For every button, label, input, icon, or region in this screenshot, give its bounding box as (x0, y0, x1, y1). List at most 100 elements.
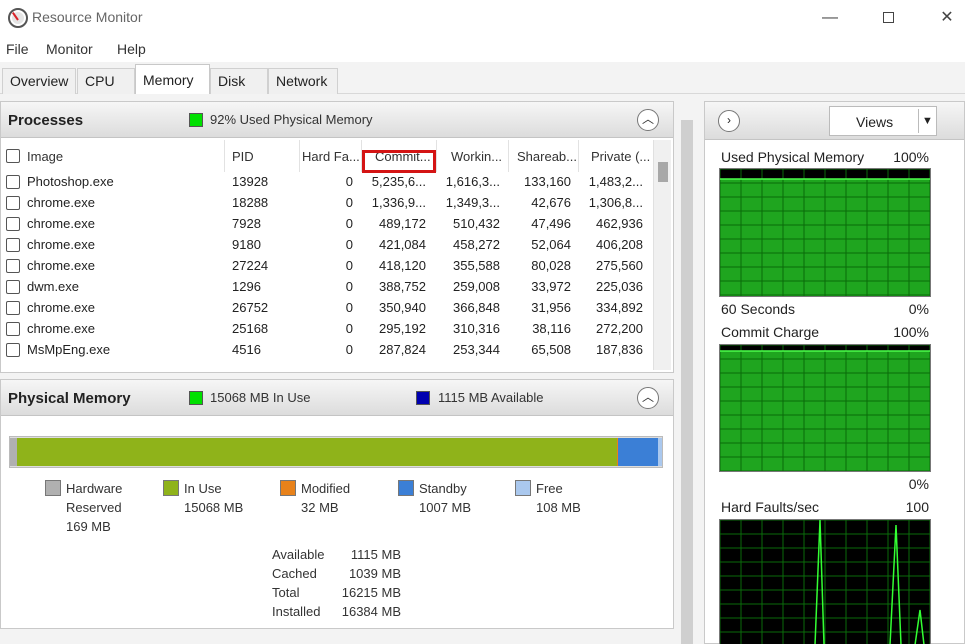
legend-modified-swatch (280, 480, 296, 496)
menu-file[interactable]: File (6, 41, 29, 57)
table-row[interactable]: chrome.exe 7928 0 489,172 510,432 47,496 462,9… (1, 214, 651, 235)
cell-share: 80,028 (531, 258, 571, 273)
table-row[interactable]: chrome.exe 26752 0 350,940 366,848 31,956 334,… (1, 298, 651, 319)
cell-share: 33,972 (531, 279, 571, 294)
tab-disk[interactable]: Disk (210, 68, 268, 94)
cell-commit: 418,120 (379, 258, 426, 273)
memory-usage-bar (9, 436, 663, 468)
row-checkbox[interactable] (6, 301, 20, 315)
cell-working: 310,316 (453, 321, 500, 336)
cell-private: 334,892 (596, 300, 643, 315)
cell-share: 65,508 (531, 342, 571, 357)
legend-standby-label: Standby (419, 481, 467, 496)
cell-share: 38,116 (532, 321, 571, 336)
tab-overview[interactable]: Overview (2, 68, 76, 94)
cell-private: 225,036 (596, 279, 643, 294)
row-checkbox[interactable] (6, 343, 20, 357)
graph-commit-charge-min: 0% (908, 476, 929, 492)
cell-working: 259,008 (453, 279, 500, 294)
cell-private: 272,200 (596, 321, 643, 336)
tab-network[interactable]: Network (268, 68, 338, 94)
graph-panel: › Views ▼ Used Physical Memory 100% 60 S… (704, 101, 965, 644)
row-checkbox[interactable] (6, 196, 20, 210)
menu-help[interactable]: Help (117, 41, 146, 57)
row-checkbox[interactable] (6, 175, 20, 189)
table-row[interactable]: MsMpEng.exe 4516 0 287,824 253,344 65,508 187,… (1, 340, 651, 361)
processes-title: Processes (8, 112, 84, 129)
available-swatch (416, 391, 430, 405)
legend-free-label: Free (536, 481, 563, 496)
title-bar: Resource Monitor — ✕ (0, 0, 965, 36)
stat-cached-label: Cached (272, 566, 317, 581)
chevron-down-icon[interactable]: ▼ (918, 109, 936, 133)
row-checkbox[interactable] (6, 259, 20, 273)
table-row[interactable]: chrome.exe 18288 0 1,336,9... 1,349,3... 42,6… (1, 193, 651, 214)
tab-memory[interactable]: Memory (135, 64, 210, 95)
maximize-button[interactable] (873, 6, 903, 30)
stat-installed-value: 16384 MB (341, 604, 401, 619)
graph-commit-charge-max: 100% (893, 324, 929, 340)
row-checkbox[interactable] (6, 322, 20, 336)
cell-private: 275,560 (596, 258, 643, 273)
cell-pid: 9180 (232, 237, 261, 252)
physical-memory-header[interactable]: Physical Memory 15068 MB In Use 1115 MB … (1, 380, 673, 416)
commit-charge-graph-svg (719, 344, 931, 472)
processes-header[interactable]: Processes 92% Used Physical Memory ︿ (1, 102, 673, 138)
column-private[interactable]: Private (... (591, 140, 651, 172)
cell-hard: 0 (345, 279, 353, 294)
column-working-set[interactable]: Workin... (451, 140, 509, 172)
stat-cached-value: 1039 MB (348, 566, 401, 581)
scrollbar-thumb[interactable] (658, 162, 668, 182)
panel-splitter-scrollbar[interactable] (681, 120, 693, 644)
cell-pid: 25168 (232, 321, 269, 336)
graph-used-memory-min: 0% (908, 301, 929, 317)
tab-bar: Overview CPU Memory Disk Network (0, 62, 965, 95)
process-list-scrollbar[interactable] (653, 140, 671, 370)
row-checkbox[interactable] (6, 238, 20, 252)
hard-faults-graph-svg (719, 519, 931, 644)
cell-pid: 13928 (232, 174, 269, 189)
collapse-physical-memory-button[interactable]: ︿ (637, 387, 659, 409)
column-shareable[interactable]: Shareab... (517, 140, 579, 172)
legend-hardware-value: 169 MB (66, 519, 111, 534)
cell-image: chrome.exe (27, 195, 95, 210)
cell-commit: 489,172 (379, 216, 426, 231)
cell-share: 31,956 (531, 300, 571, 315)
minimize-button[interactable]: — (815, 6, 845, 30)
column-pid[interactable]: PID (232, 140, 300, 172)
row-checkbox[interactable] (6, 280, 20, 294)
used-memory-status: 92% Used Physical Memory (210, 112, 373, 127)
table-row[interactable]: chrome.exe 9180 0 421,084 458,272 52,064 406,2… (1, 235, 651, 256)
menu-monitor[interactable]: Monitor (46, 41, 93, 57)
processes-section: Processes 92% Used Physical Memory ︿ Ima… (0, 101, 674, 373)
cell-pid: 27224 (232, 258, 269, 273)
legend-hardware-swatch (45, 480, 61, 496)
row-checkbox[interactable] (6, 217, 20, 231)
table-row[interactable]: Photoshop.exe 13928 0 5,235,6... 1,616,3... 1… (1, 172, 651, 193)
cell-commit: 388,752 (379, 279, 426, 294)
close-button[interactable]: ✕ (932, 6, 962, 30)
collapse-processes-button[interactable]: ︿ (637, 109, 659, 131)
expand-panel-button[interactable]: › (718, 110, 740, 132)
cell-image: chrome.exe (27, 258, 95, 273)
in-use-summary: 15068 MB In Use (210, 390, 311, 405)
available-summary: 1115 MB Available (438, 390, 544, 405)
used-memory-swatch (189, 113, 203, 127)
table-row[interactable]: chrome.exe 25168 0 295,192 310,316 38,116 272,… (1, 319, 651, 340)
select-all-checkbox[interactable] (6, 149, 20, 163)
tab-cpu[interactable]: CPU (77, 68, 135, 94)
cell-working: 355,588 (453, 258, 500, 273)
legend-modified-label: Modified (301, 481, 351, 496)
table-row[interactable]: chrome.exe 27224 0 418,120 355,588 80,028 275,… (1, 256, 651, 277)
graph-commit-charge (719, 344, 931, 472)
column-hard-faults[interactable]: Hard Fa... (302, 140, 362, 172)
legend-free-value: 108 MB (536, 500, 581, 515)
cell-hard: 0 (345, 321, 353, 336)
cell-private: 462,936 (596, 216, 643, 231)
views-dropdown[interactable]: Views ▼ (829, 106, 937, 136)
column-image[interactable]: Image (27, 140, 225, 172)
table-row[interactable]: dwm.exe 1296 0 388,752 259,008 33,972 225,036 (1, 277, 651, 298)
cell-working: 1,616,3... (445, 174, 500, 189)
cell-image: Photoshop.exe (27, 174, 114, 189)
commit-column-highlight (362, 150, 436, 173)
